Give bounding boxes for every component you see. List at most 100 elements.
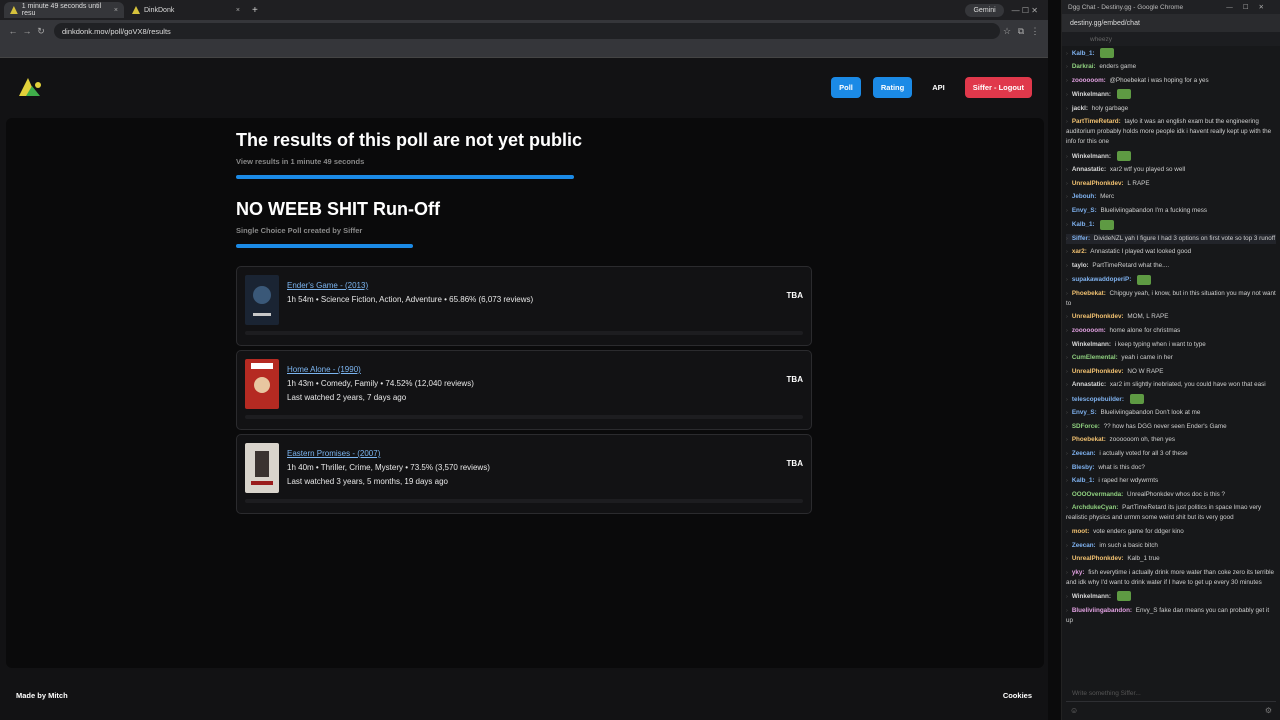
forward-icon[interactable]: → bbox=[20, 26, 34, 36]
movie-title-link[interactable]: Eastern Promises - (2007) bbox=[287, 449, 380, 458]
poll-title: NO WEEB SHIT Run-Off bbox=[236, 199, 440, 219]
message-username[interactable]: Darkrai: bbox=[1072, 63, 1096, 70]
close-icon[interactable]: × bbox=[236, 7, 240, 14]
message-username[interactable]: Blesby: bbox=[1072, 464, 1095, 471]
message-username[interactable]: Zeecan: bbox=[1072, 450, 1096, 457]
chat-message: › taylo: PartTimeRetard what the.... bbox=[1066, 261, 1276, 271]
window-controls[interactable]: — ☐ ✕ bbox=[1012, 6, 1038, 15]
message-username[interactable]: zoooooom: bbox=[1072, 327, 1106, 334]
message-timestamp-icon: › bbox=[1066, 607, 1068, 614]
chat-message: › xar2: Annastatic I played wat looked go… bbox=[1066, 247, 1276, 257]
message-username[interactable]: taylo: bbox=[1072, 262, 1089, 269]
poll-button[interactable]: Poll bbox=[831, 76, 861, 98]
message-username[interactable]: Winkelmann: bbox=[1072, 91, 1111, 98]
vote-track bbox=[245, 415, 803, 419]
chat-message: › UnrealPhonkdev: L RAPE bbox=[1066, 179, 1276, 189]
message-username[interactable]: UnrealPhonkdev: bbox=[1072, 180, 1124, 187]
chat-message: › ArchdukeCyan: PartTimeRetard its just p… bbox=[1066, 503, 1276, 523]
movie-title-link[interactable]: Home Alone - (1990) bbox=[287, 365, 361, 374]
message-username[interactable]: Winkelmann: bbox=[1072, 341, 1111, 348]
message-username[interactable]: ArchdukeCyan: bbox=[1072, 504, 1119, 511]
message-text: Kalb_1 true bbox=[1125, 555, 1160, 563]
message-username[interactable]: Blueliviingabandon: bbox=[1072, 607, 1132, 614]
chat-input[interactable]: Write something Siffer... bbox=[1066, 686, 1276, 702]
movie-option[interactable]: Ender's Game - (2013) 1h 54m • Science F… bbox=[236, 266, 812, 346]
emote-icon bbox=[1100, 219, 1115, 230]
message-username[interactable]: yky: bbox=[1072, 569, 1085, 576]
chat-titlebar: Dgg Chat - Destiny.gg - Google Chrome —☐… bbox=[1062, 0, 1280, 14]
message-timestamp-icon: › bbox=[1066, 277, 1068, 284]
movie-title-link[interactable]: Ender's Game - (2013) bbox=[287, 281, 368, 290]
chat-message: › Phoebekat: Chipguy yeah, i know, but in… bbox=[1066, 289, 1276, 309]
message-timestamp-icon: › bbox=[1066, 423, 1068, 430]
message-text: im such a basic bitch bbox=[1097, 541, 1158, 549]
message-username[interactable]: zoooooom: bbox=[1072, 77, 1106, 84]
emote-menu-icon[interactable]: ☺ bbox=[1070, 706, 1078, 718]
message-text: PartTimeRetard what the.... bbox=[1090, 262, 1170, 269]
movie-option[interactable]: Eastern Promises - (2007) 1h 40m • Thril… bbox=[236, 434, 812, 514]
message-timestamp-icon: › bbox=[1066, 153, 1068, 160]
menu-icon[interactable]: ⋮ bbox=[1028, 26, 1042, 37]
message-username[interactable]: Kalb_1: bbox=[1072, 221, 1095, 228]
message-timestamp-icon: › bbox=[1066, 328, 1068, 335]
message-username[interactable]: Phoebekat: bbox=[1072, 290, 1106, 297]
message-text bbox=[1113, 593, 1115, 600]
tab-poll-results[interactable]: 1 minute 49 seconds until resu × bbox=[4, 2, 124, 18]
message-timestamp-icon: › bbox=[1066, 569, 1068, 576]
dinkdonk-logo-icon[interactable] bbox=[16, 76, 46, 98]
message-username[interactable]: Winkelmann: bbox=[1072, 153, 1111, 160]
chat-message-list[interactable]: › Kalb_1: › Darkrai: enders game › zoooooom:… bbox=[1062, 46, 1280, 631]
chat-window-title: Dgg Chat - Destiny.gg - Google Chrome bbox=[1068, 3, 1184, 11]
message-text bbox=[1133, 276, 1135, 283]
message-username[interactable]: xar2: bbox=[1072, 248, 1087, 255]
message-username[interactable]: Annastatic: bbox=[1072, 166, 1106, 173]
message-username[interactable]: Annastatic: bbox=[1072, 381, 1106, 388]
api-link[interactable]: API bbox=[924, 77, 953, 98]
message-timestamp-icon: › bbox=[1066, 92, 1068, 99]
message-username[interactable]: jackl: bbox=[1072, 105, 1088, 112]
message-username[interactable]: supakawaddoperiP: bbox=[1072, 276, 1132, 283]
tab-dinkdonk[interactable]: DinkDonk × bbox=[126, 2, 246, 18]
message-username[interactable]: UnrealPhonkdev: bbox=[1072, 555, 1124, 562]
message-timestamp-icon: › bbox=[1066, 396, 1068, 403]
message-text: Blueliviingabandon I'm a fucking mess bbox=[1098, 206, 1208, 214]
message-username[interactable]: telescopebuilder: bbox=[1072, 396, 1124, 403]
bookmark-star-icon[interactable]: ☆ bbox=[1000, 26, 1014, 37]
message-username[interactable]: Envy_S: bbox=[1072, 409, 1097, 416]
message-username[interactable]: Jebouh: bbox=[1072, 193, 1097, 200]
new-tab-icon[interactable]: + bbox=[252, 5, 258, 16]
message-username[interactable]: Kalb_1: bbox=[1072, 477, 1095, 484]
cookies-link[interactable]: Cookies bbox=[1003, 691, 1032, 700]
message-username[interactable]: moot: bbox=[1072, 528, 1090, 535]
message-username[interactable]: SDForce: bbox=[1072, 423, 1100, 430]
gemini-button[interactable]: Gemini bbox=[965, 3, 1004, 17]
logout-button[interactable]: Siffer - Logout bbox=[964, 76, 1032, 98]
close-icon[interactable]: × bbox=[114, 7, 118, 14]
chat-input-placeholder: Write something Siffer... bbox=[1072, 690, 1141, 697]
message-username[interactable]: Winkelmann: bbox=[1072, 593, 1111, 600]
extensions-icon[interactable]: ⧉ bbox=[1014, 26, 1028, 37]
back-icon[interactable]: ← bbox=[6, 26, 20, 36]
chat-settings-icon[interactable]: ⚙ bbox=[1265, 706, 1272, 718]
chat-url-text[interactable]: destiny.gg/embed/chat bbox=[1070, 20, 1140, 27]
message-username[interactable]: Zeecan: bbox=[1072, 542, 1096, 549]
window-controls[interactable]: —☐✕ bbox=[1226, 3, 1274, 11]
last-watched: Last watched 2 years, 7 days ago bbox=[287, 393, 407, 402]
message-text: i keep typing when i want to type bbox=[1112, 340, 1206, 348]
rating-button[interactable]: Rating bbox=[872, 76, 913, 98]
message-username[interactable]: Kalb_1: bbox=[1072, 50, 1095, 57]
reload-icon[interactable]: ↻ bbox=[34, 26, 48, 37]
message-username[interactable]: Envy_S: bbox=[1072, 207, 1097, 214]
chat-message: › Darkrai: enders game bbox=[1066, 62, 1276, 72]
message-username[interactable]: UnrealPhonkdev: bbox=[1072, 368, 1124, 375]
message-username[interactable]: UnrealPhonkdev: bbox=[1072, 313, 1124, 320]
message-username[interactable]: CumElemental: bbox=[1072, 354, 1118, 361]
message-username[interactable]: OOOOvermanda: bbox=[1072, 491, 1123, 498]
message-username[interactable]: Phoebekat: bbox=[1072, 436, 1106, 443]
countdown-bar bbox=[236, 175, 574, 179]
message-username[interactable]: Siffer: bbox=[1072, 235, 1090, 242]
movie-option[interactable]: Home Alone - (1990) 1h 43m • Comedy, Fam… bbox=[236, 350, 812, 430]
url-field[interactable]: dinkdonk.mov/poll/goVX8/results bbox=[54, 23, 1000, 39]
message-username[interactable]: PartTimeRetard: bbox=[1072, 118, 1121, 125]
gemini-label: Gemini bbox=[973, 6, 996, 14]
